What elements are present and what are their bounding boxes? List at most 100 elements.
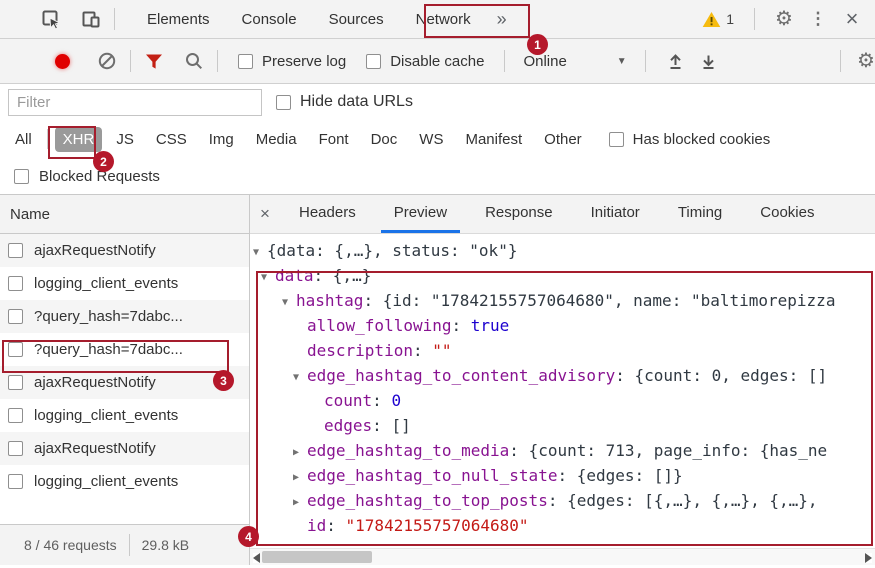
preview-line[interactable]: ▼ {data: {,…}, status: "ok"} — [250, 238, 875, 263]
detail-tabbar: × Headers Preview Response Initiator Tim… — [250, 195, 875, 234]
hide-data-urls-control: Hide data URLs — [276, 93, 413, 111]
tab-cookies[interactable]: Cookies — [747, 195, 827, 233]
console-warning-indicator[interactable]: 1 — [702, 11, 740, 28]
type-filter-img[interactable]: Img — [201, 127, 242, 152]
preview-line[interactable]: ▼ edge_hashtag_to_content_advisory: {coun… — [250, 363, 875, 388]
tab-sources[interactable]: Sources — [313, 0, 400, 39]
scroll-left-icon[interactable] — [253, 553, 260, 563]
close-devtools-icon[interactable]: × — [837, 4, 867, 34]
blocked-requests-label: Blocked Requests — [39, 167, 160, 185]
preview-line[interactable]: description: "" — [250, 338, 875, 363]
tab-timing[interactable]: Timing — [665, 195, 735, 233]
tab-console[interactable]: Console — [226, 0, 313, 39]
json-text: : {edges: []} — [557, 466, 683, 485]
type-filter-font[interactable]: Font — [311, 127, 357, 152]
type-filter-other[interactable]: Other — [536, 127, 590, 152]
request-name: logging_client_events — [34, 473, 179, 490]
request-checkbox[interactable] — [8, 441, 23, 456]
tab-response[interactable]: Response — [472, 195, 566, 233]
has-blocked-cookies-checkbox[interactable] — [608, 131, 624, 147]
request-checkbox[interactable] — [8, 342, 23, 357]
tab-headers[interactable]: Headers — [286, 195, 369, 233]
tab-network[interactable]: Network — [400, 0, 487, 39]
preview-line[interactable]: ▶ edge_hashtag_to_null_state: {edges: []} — [250, 463, 875, 488]
tab-preview[interactable]: Preview — [380, 195, 461, 233]
preserve-log-control: Preserve log — [238, 53, 346, 70]
type-filter-media[interactable]: Media — [248, 127, 305, 152]
scroll-right-icon[interactable] — [865, 553, 872, 563]
preview-line[interactable]: ▼ hashtag: {id: "17842155757064680", name… — [250, 288, 875, 313]
tree-expander-icon[interactable]: ▼ — [261, 265, 275, 288]
type-filter-xhr[interactable]: XHR — [54, 126, 103, 152]
type-filter-js[interactable]: JS — [108, 127, 142, 152]
preview-line[interactable]: allow_following: true — [250, 313, 875, 338]
network-status-bar: 8 / 46 requests 29.8 kB — [0, 524, 249, 565]
settings-gear-icon[interactable]: ⚙ — [769, 4, 799, 34]
type-filter-manifest[interactable]: Manifest — [457, 127, 530, 152]
type-filter-doc[interactable]: Doc — [363, 127, 406, 152]
request-checkbox[interactable] — [8, 276, 23, 291]
request-row-selected[interactable]: ?query_hash=7dabc... — [0, 333, 249, 366]
disable-cache-checkbox[interactable] — [366, 53, 382, 69]
tree-expander-icon[interactable]: ▶ — [293, 490, 307, 513]
disable-cache-control: Disable cache — [366, 53, 484, 70]
search-icon[interactable] — [181, 48, 207, 74]
throttling-dropdown[interactable]: Online ▼ — [523, 53, 626, 70]
type-filter-css[interactable]: CSS — [148, 127, 195, 152]
request-checkbox[interactable] — [8, 474, 23, 489]
inspect-element-icon[interactable] — [38, 6, 64, 32]
json-text: : {count: 713, page_info: {has_ne — [509, 441, 828, 460]
preview-line[interactable]: ▼ data: {,…} — [250, 263, 875, 288]
type-filter-ws[interactable]: WS — [411, 127, 451, 152]
request-row[interactable]: ajaxRequestNotify — [0, 366, 249, 399]
tab-initiator[interactable]: Initiator — [578, 195, 653, 233]
tree-expander-icon[interactable]: ▼ — [253, 240, 267, 263]
tree-expander-icon[interactable]: ▶ — [293, 440, 307, 463]
kebab-menu-icon[interactable]: ⋮ — [803, 4, 833, 34]
json-key: id — [307, 516, 327, 535]
request-row[interactable]: logging_client_events — [0, 465, 249, 498]
request-row[interactable]: ajaxRequestNotify — [0, 432, 249, 465]
request-rows: ajaxRequestNotify logging_client_events … — [0, 234, 249, 524]
close-detail-icon[interactable]: × — [250, 195, 280, 233]
network-settings-gear-icon[interactable]: ⚙ — [851, 46, 875, 76]
preview-line[interactable]: ▶ edge_hashtag_to_top_posts: {edges: [{,…… — [250, 488, 875, 513]
more-tabs-icon[interactable]: » — [487, 9, 517, 30]
preview-line[interactable]: id: "17842155757064680" — [250, 513, 875, 538]
request-checkbox[interactable] — [8, 375, 23, 390]
json-key: edge_hashtag_to_null_state — [307, 466, 558, 485]
tree-expander-icon[interactable]: ▼ — [282, 290, 296, 313]
filter-funnel-icon[interactable] — [141, 48, 167, 74]
tree-expander-icon[interactable]: ▼ — [293, 365, 307, 388]
request-checkbox[interactable] — [8, 309, 23, 324]
clear-network-log-icon[interactable] — [94, 48, 120, 74]
export-har-icon[interactable] — [696, 48, 722, 74]
preview-line[interactable]: count: 0 — [250, 388, 875, 413]
preview-line[interactable]: ▶ edge_hashtag_to_media: {count: 713, pag… — [250, 438, 875, 463]
horizontal-scrollbar[interactable] — [250, 548, 875, 565]
request-row[interactable]: logging_client_events — [0, 267, 249, 300]
import-har-icon[interactable] — [663, 48, 689, 74]
request-checkbox[interactable] — [8, 408, 23, 423]
devtools-tabbar: Elements Console Sources Network » 1 ⚙ ⋮… — [0, 0, 875, 39]
device-toolbar-icon[interactable] — [78, 6, 104, 32]
record-network-log-button[interactable] — [55, 53, 70, 69]
request-row[interactable]: ajaxRequestNotify — [0, 234, 249, 267]
blocked-requests-checkbox[interactable] — [14, 168, 29, 184]
request-row[interactable]: logging_client_events — [0, 399, 249, 432]
tab-elements[interactable]: Elements — [131, 0, 226, 39]
name-column-header[interactable]: Name — [0, 195, 249, 234]
type-filter-all[interactable]: All — [7, 127, 40, 152]
request-checkbox[interactable] — [8, 243, 23, 258]
filter-input[interactable] — [8, 88, 262, 116]
request-row[interactable]: ?query_hash=7dabc... — [0, 300, 249, 333]
tree-expander-icon[interactable]: ▶ — [293, 465, 307, 488]
json-text: : — [451, 316, 471, 335]
network-main-area: Name ajaxRequestNotify logging_client_ev… — [0, 195, 875, 565]
hide-data-urls-checkbox[interactable] — [276, 94, 291, 110]
preserve-log-checkbox[interactable] — [238, 53, 253, 69]
scrollbar-thumb[interactable] — [262, 551, 372, 563]
json-key: count — [324, 391, 373, 410]
preview-line[interactable]: edges: [] — [250, 413, 875, 438]
json-text: : [] — [372, 416, 411, 435]
